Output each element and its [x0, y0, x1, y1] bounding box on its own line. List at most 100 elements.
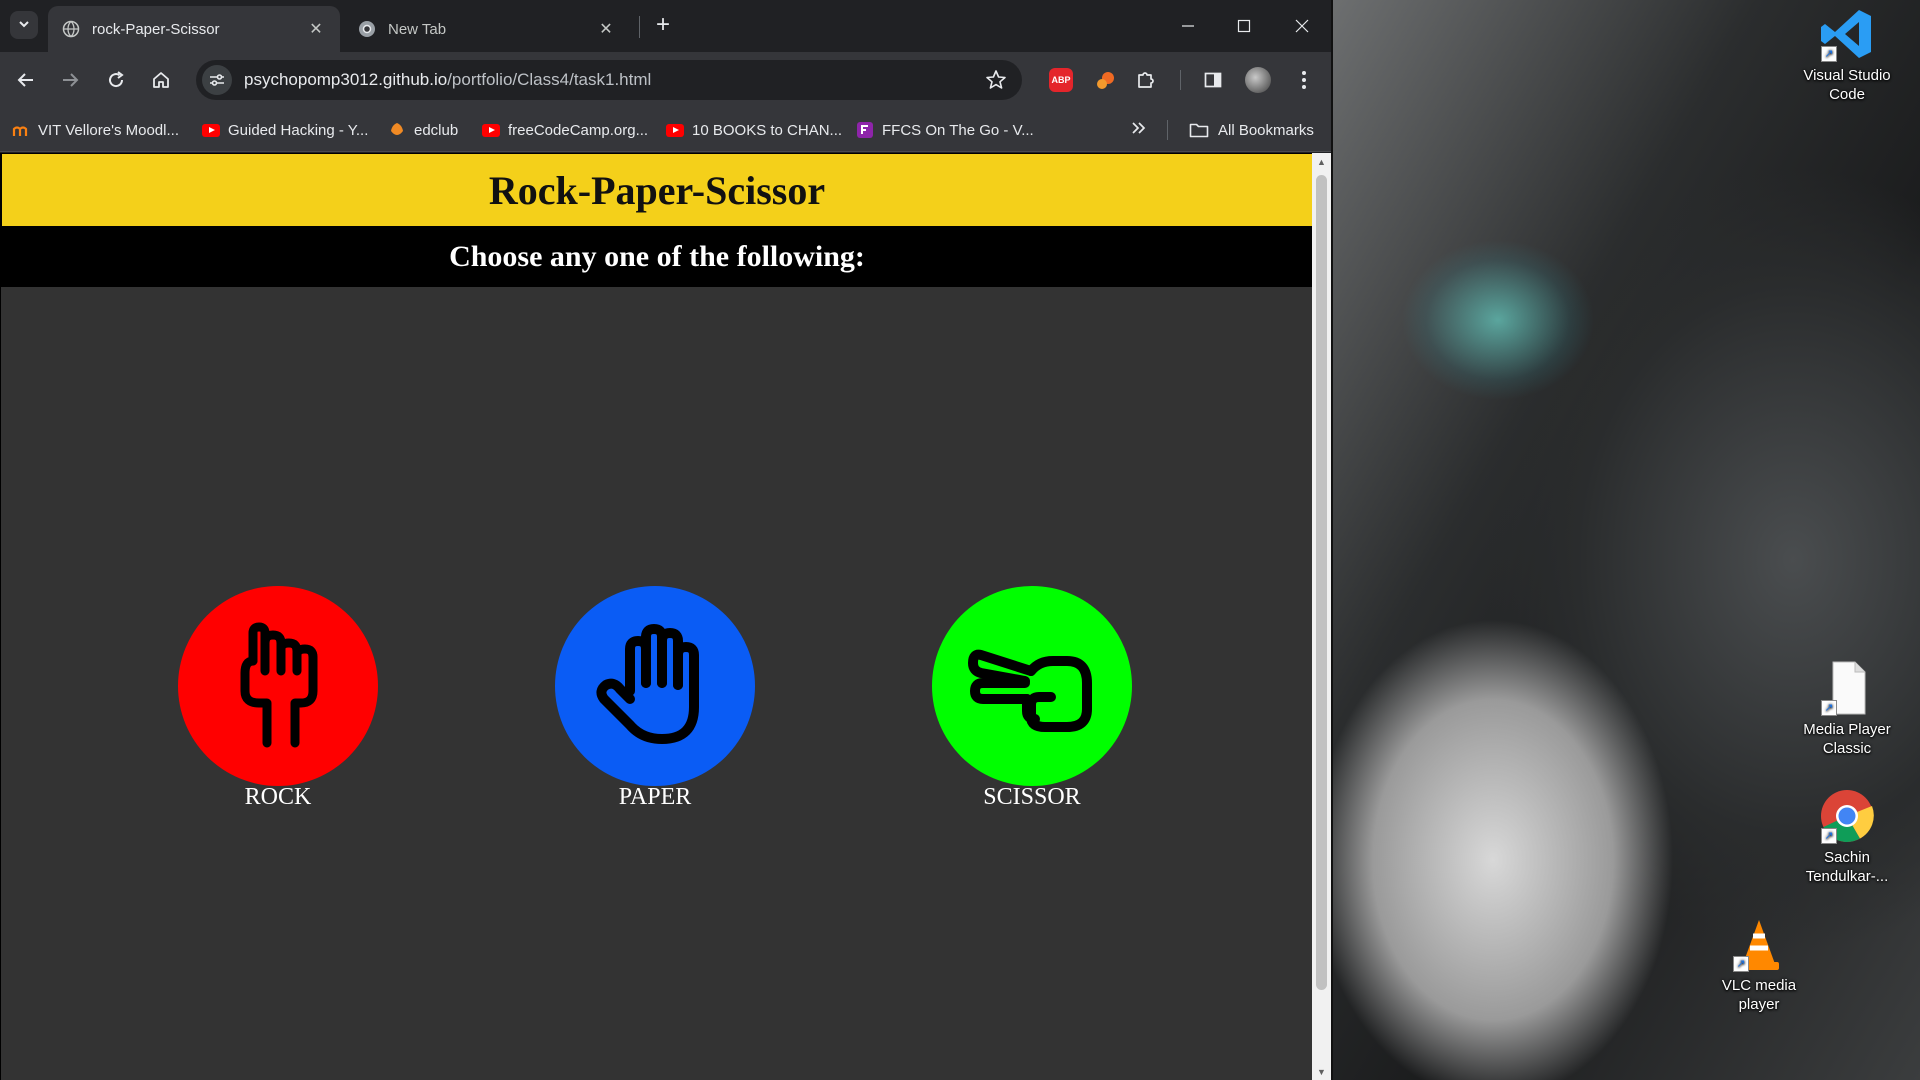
home-button[interactable] [145, 64, 177, 96]
puzzle-extensions-icon[interactable] [1130, 64, 1162, 96]
bookmark-vit-moodle[interactable]: VIT Vellore's Moodl... [12, 118, 179, 142]
browser-window: rock-Paper-Scissor ✕ New Tab ✕ + psychop… [0, 0, 1331, 1080]
shortcut-arrow-icon: ↗ [1733, 956, 1749, 972]
back-arrow-icon [17, 73, 33, 87]
edclub-icon [388, 122, 406, 138]
adblock-plus-icon[interactable]: ABP [1045, 64, 1077, 96]
tab-title: rock-Paper-Scissor [92, 20, 220, 38]
rock-button[interactable] [178, 586, 378, 786]
scroll-thumb[interactable] [1316, 175, 1327, 990]
close-tab-icon[interactable]: ✕ [306, 19, 326, 39]
url-text: psychopomp3012.github.io/portfolio/Class… [244, 70, 651, 90]
double-chevron-right-icon [1130, 121, 1146, 139]
moodle-icon [12, 122, 30, 138]
desktop-icon-label: Media Player Classic [1803, 721, 1891, 757]
bookmark-ffcs[interactable]: FFCS On The Go - V... [856, 118, 1034, 142]
chrome-icon: ↗ [1819, 788, 1875, 844]
bookmarks-bar: VIT Vellore's Moodl... Guided Hacking - … [0, 108, 1331, 152]
scissor-button[interactable] [932, 586, 1132, 786]
open-hand-icon [596, 624, 699, 744]
tab-title: New Tab [388, 20, 447, 38]
bookmarks-divider [1167, 120, 1168, 140]
squirrel-extension-icon[interactable] [1090, 64, 1122, 96]
youtube-icon [482, 122, 500, 138]
close-icon [1295, 19, 1309, 33]
page-subtitle: Choose any one of the following: [449, 240, 865, 273]
tab-rock-paper-scissor[interactable]: rock-Paper-Scissor ✕ [48, 6, 340, 52]
address-bar[interactable]: psychopomp3012.github.io/portfolio/Class… [196, 60, 1022, 100]
ffcs-icon [856, 122, 874, 138]
menu-kebab-icon[interactable] [1288, 64, 1320, 96]
fist-icon [240, 622, 318, 748]
toolbar-divider [1180, 70, 1181, 90]
side-panel-icon[interactable] [1197, 64, 1229, 96]
choice-rock: ROCK [178, 586, 378, 811]
close-tab-icon[interactable]: ✕ [596, 19, 616, 39]
choice-paper: PAPER [555, 586, 755, 811]
scissor-hand-icon [968, 649, 1092, 732]
folder-icon [1188, 122, 1210, 138]
vlc-cone-icon: ↗ [1731, 916, 1787, 972]
page-subheader: Choose any one of the following: [1, 227, 1312, 287]
vscode-icon: ↗ [1819, 6, 1875, 62]
paper-label: PAPER [618, 784, 692, 810]
maximize-icon [1237, 19, 1251, 33]
bookmark-10-books[interactable]: 10 BOOKS to CHAN... [666, 118, 842, 142]
close-window-button[interactable] [1274, 0, 1330, 52]
avatar-image [1245, 67, 1271, 93]
profile-avatar[interactable] [1242, 64, 1274, 96]
forward-button[interactable] [54, 64, 86, 96]
youtube-icon [202, 122, 220, 138]
bookmark-label: VIT Vellore's Moodl... [38, 121, 179, 139]
maximize-button[interactable] [1216, 0, 1272, 52]
new-tab-button[interactable]: + [650, 11, 676, 38]
bookmark-label: 10 BOOKS to CHAN... [692, 121, 843, 139]
bookmark-label: Guided Hacking - Y... [228, 121, 369, 139]
desktop-icon-vlc[interactable]: ↗ VLC media player [1714, 916, 1804, 1014]
bookmark-freecodecamp[interactable]: freeCodeCamp.org... [482, 118, 648, 142]
paper-button[interactable] [555, 586, 755, 786]
page-viewport: Rock-Paper-Scissor Choose any one of the… [0, 153, 1312, 1080]
adblock-plus-label: ABP [1049, 68, 1073, 92]
bookmark-star-icon[interactable] [984, 68, 1008, 92]
scissor-label: SCISSOR [983, 784, 1081, 810]
home-icon [153, 72, 169, 88]
scroll-down-arrow-icon[interactable]: ▼ [1312, 1063, 1331, 1080]
youtube-icon [666, 122, 684, 138]
page-header: Rock-Paper-Scissor [1, 153, 1312, 227]
page-scrollbar[interactable]: ▲ ▼ [1312, 153, 1331, 1080]
reload-icon [109, 71, 124, 88]
desktop-icon-sachin-tendulkar[interactable]: ↗ Sachin Tendulkar-... [1802, 788, 1892, 886]
reload-button[interactable] [100, 64, 132, 96]
url-host: psychopomp3012.github.io [244, 70, 448, 89]
scroll-up-arrow-icon[interactable]: ▲ [1312, 153, 1331, 170]
document-icon: ↗ [1819, 660, 1875, 716]
rock-label: ROCK [244, 784, 312, 810]
bookmark-edclub[interactable]: edclub [388, 118, 458, 142]
back-button[interactable] [10, 64, 42, 96]
bookmark-label: freeCodeCamp.org... [508, 121, 649, 139]
tab-new-tab[interactable]: New Tab ✕ [344, 6, 630, 52]
browser-toolbar: psychopomp3012.github.io/portfolio/Class… [0, 52, 1331, 108]
shortcut-arrow-icon: ↗ [1821, 700, 1837, 716]
url-path: /portfolio/Class4/task1.html [447, 70, 652, 89]
bookmarks-overflow-button[interactable] [1130, 118, 1146, 142]
minimize-button[interactable] [1160, 0, 1216, 52]
tab-search-button[interactable] [10, 11, 38, 39]
desktop-icon-label: Visual Studio Code [1803, 67, 1891, 103]
site-info-icon[interactable] [202, 65, 232, 95]
minimize-icon [1182, 25, 1194, 27]
shortcut-arrow-icon: ↗ [1821, 828, 1837, 844]
bookmark-guided-hacking[interactable]: Guided Hacking - Y... [202, 118, 368, 142]
forward-arrow-icon [63, 73, 79, 87]
desktop-icon-media-player-classic[interactable]: ↗ Media Player Classic [1802, 660, 1892, 758]
desktop-icon-vscode[interactable]: ↗ Visual Studio Code [1802, 6, 1892, 104]
all-bookmarks-button[interactable]: All Bookmarks [1188, 118, 1314, 142]
chrome-icon [358, 20, 376, 38]
chevron-down-icon [17, 17, 31, 34]
shortcut-arrow-icon: ↗ [1821, 46, 1837, 62]
page-title: Rock-Paper-Scissor [488, 167, 826, 213]
desktop-wallpaper: ↗ Visual Studio Code ↗ Media Player Clas… [1331, 0, 1920, 1080]
globe-icon [62, 20, 80, 38]
desktop-icon-label: VLC media player [1721, 977, 1797, 1013]
